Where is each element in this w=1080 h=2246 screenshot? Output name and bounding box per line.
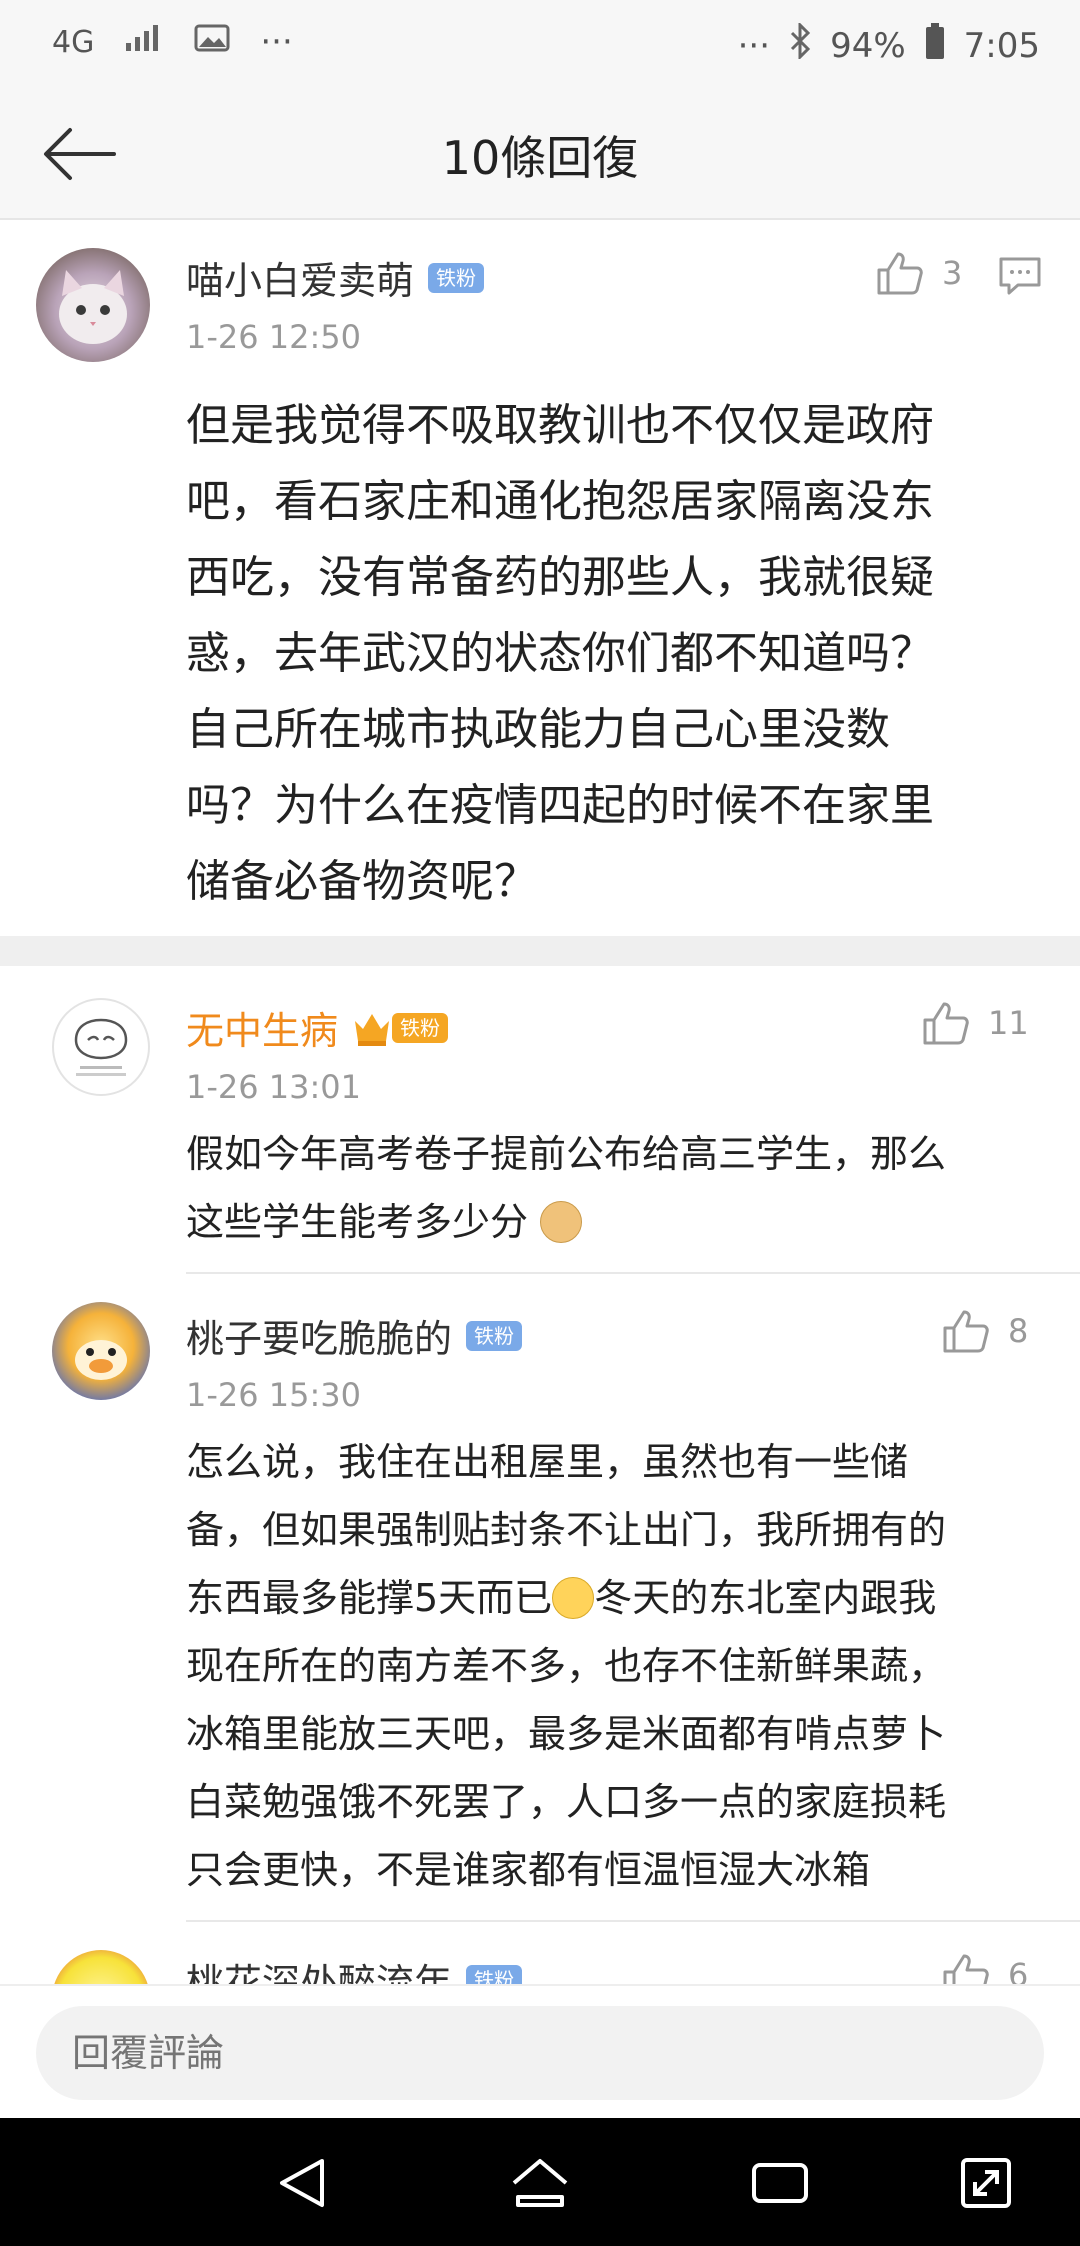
doge-emoji-icon xyxy=(540,1201,583,1243)
comment-line: 现在所在的南方差不多，也存不住新鲜果蔬， xyxy=(186,1644,947,1688)
fan-badge: 铁粉 xyxy=(392,1012,449,1043)
comment-line: 备，但如果强制贴封条不让出门，我所拥有的 xyxy=(186,1508,947,1552)
comment-line: 自己所在城市执政能力自己心里没数 xyxy=(186,704,890,755)
username[interactable]: 喵小白爱卖萌 铁粉 xyxy=(186,250,485,305)
recents-icon xyxy=(752,2163,808,2203)
comment-line: 这些学生能考多少分 xyxy=(186,1200,529,1244)
more-status-icon: ··· xyxy=(737,25,771,66)
comment-line-wrap: 东西最多能撑5天而已 冬天的东北室内跟我 xyxy=(186,1564,1046,1632)
section-divider xyxy=(0,936,1080,966)
thumbs-up-icon xyxy=(943,1954,989,1984)
like-count: 8 xyxy=(1008,1312,1029,1350)
username[interactable]: 无中生病 铁粉 xyxy=(186,1000,449,1055)
comment-line: 怎么说，我住在出租屋里，虽然也有一些储 xyxy=(186,1440,909,1484)
like-button[interactable]: 3 xyxy=(876,250,962,296)
bluetooth-icon xyxy=(788,21,812,68)
more-notifications-icon: ··· xyxy=(260,22,293,62)
thumbs-up-icon xyxy=(943,1310,989,1353)
comment-time: 1-26 15:30 xyxy=(186,1376,362,1414)
reply-bar xyxy=(0,1984,1080,2120)
comment-line: 储备必备物资呢？ xyxy=(186,856,538,907)
like-button[interactable]: 8 xyxy=(942,1308,1028,1354)
username-text: 桃子要吃脆脆的 xyxy=(186,1317,453,1361)
page-title: 10條回復 xyxy=(441,131,639,185)
comment-line-wrap: 这些学生能考多少分 xyxy=(186,1188,1046,1256)
avatar[interactable] xyxy=(52,1950,150,1984)
comment-line: 惑，去年武汉的状态你们都不知道吗？ xyxy=(186,628,934,679)
comment-body: 但是我觉得不吸取教训也不仅仅是政府 吧，看石家庄和通化抱怨居家隔离没东 西吃，没… xyxy=(186,388,1026,920)
comment-line: 只会更快，不是谁家都有恒温恒湿大冰箱 xyxy=(186,1848,871,1892)
nav-back-button[interactable] xyxy=(262,2148,342,2218)
comment-body: 假如今年高考卷子提前公布给高三学生，那么 这些学生能考多少分 xyxy=(186,1120,1046,1256)
app-bar: 10條回復 xyxy=(0,92,1080,220)
battery-percent: 94% xyxy=(830,25,906,66)
username-text: 桃花深处醉流年 xyxy=(186,1961,453,1984)
username-text: 无中生病 xyxy=(186,1009,339,1053)
avatar[interactable] xyxy=(36,248,150,362)
reply-input[interactable] xyxy=(36,2006,1044,2100)
comment-time: 1-26 13:01 xyxy=(186,1068,362,1106)
like-count: 11 xyxy=(988,1004,1029,1042)
like-count: 3 xyxy=(942,254,963,292)
comment-line: 东西最多能撑5天而已 xyxy=(186,1576,553,1620)
like-button[interactable]: 11 xyxy=(922,1000,1029,1046)
status-bar: 4G ··· ··· 94% 7:05 xyxy=(0,0,1080,92)
avatar[interactable] xyxy=(52,1302,150,1400)
thumbs-up-icon xyxy=(877,252,923,295)
comment-icon xyxy=(999,257,1041,295)
triangle-back-icon xyxy=(280,2159,324,2207)
comment-line: 假如今年高考卷子提前公布给高三学生，那么 xyxy=(186,1132,947,1176)
home-icon xyxy=(512,2159,568,2207)
comment-line: 西吃，没有常备药的那些人，我就很疑 xyxy=(186,552,934,603)
comment-line: 吗？为什么在疫情四起的时候不在家里 xyxy=(186,780,934,831)
divider xyxy=(186,1272,1080,1274)
comment-line: 吧，看石家庄和通化抱怨居家隔离没东 xyxy=(186,476,934,527)
like-count: 6 xyxy=(1008,1956,1029,1984)
comment-line: 白菜勉强饿不死罢了，人口多一点的家庭损耗 xyxy=(186,1780,947,1824)
fan-badge: 铁粉 xyxy=(466,1964,523,1984)
fan-badge: 铁粉 xyxy=(466,1320,523,1351)
divider xyxy=(186,1920,1080,1922)
like-button[interactable]: 6 xyxy=(942,1952,1028,1984)
fan-badge: 铁粉 xyxy=(428,262,485,293)
signal-icon xyxy=(124,22,164,62)
clock: 7:05 xyxy=(963,25,1040,66)
battery-icon xyxy=(924,22,946,69)
thumbs-up-icon xyxy=(923,1002,969,1045)
vip-badge: 铁粉 xyxy=(352,1009,449,1047)
comment-line: 冰箱里能放三天吧，最多是米面都有啃点萝卜 xyxy=(186,1712,947,1756)
expand-icon xyxy=(961,2158,1011,2208)
nav-home-button[interactable] xyxy=(500,2148,580,2218)
nav-expand-button[interactable] xyxy=(946,2148,1026,2218)
crown-icon xyxy=(355,1013,390,1046)
gallery-icon xyxy=(194,22,230,62)
nav-recents-button[interactable] xyxy=(740,2148,820,2218)
avatar[interactable] xyxy=(52,998,150,1096)
username[interactable]: 桃子要吃脆脆的 铁粉 xyxy=(186,1308,523,1363)
reply-button[interactable] xyxy=(998,256,1042,300)
comment-body: 怎么说，我住在出租屋里，虽然也有一些储 备，但如果强制贴封条不让出门，我所拥有的… xyxy=(186,1428,1046,1904)
comment-line: 冬天的东北室内跟我 xyxy=(594,1576,937,1620)
comment-time: 1-26 12:50 xyxy=(186,318,362,356)
network-type: 4G xyxy=(52,24,95,60)
speechless-emoji-icon xyxy=(552,1577,595,1619)
username[interactable]: 桃花深处醉流年 铁粉 xyxy=(186,1952,523,1984)
reply-item: 桃花深处醉流年 铁粉 6 xyxy=(0,1930,1080,1984)
main-comment: 喵小白爱卖萌 铁粉 1-26 12:50 3 但是我觉得不吸取教训也不仅仅是政府… xyxy=(0,220,1080,936)
comment-line: 但是我觉得不吸取教训也不仅仅是政府 xyxy=(186,400,934,451)
system-nav-bar xyxy=(0,2118,1080,2246)
username-text: 喵小白爱卖萌 xyxy=(186,259,415,303)
